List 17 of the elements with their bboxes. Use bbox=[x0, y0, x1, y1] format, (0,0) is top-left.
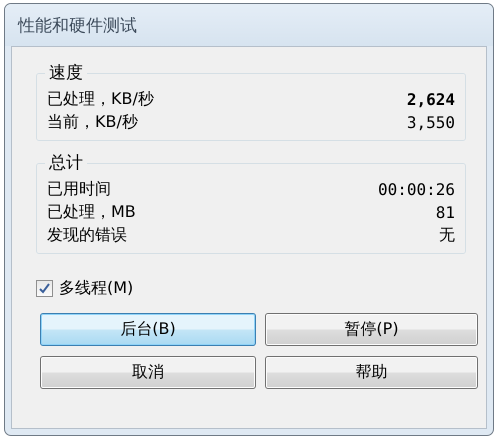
dialog-button[interactable]: 后台(B) bbox=[40, 313, 256, 346]
stat-value: 3,550 bbox=[406, 113, 455, 132]
stat-value: 无 bbox=[439, 225, 455, 246]
stat-value: 00:00:26 bbox=[378, 180, 455, 199]
stat-label: 已用时间 bbox=[47, 179, 111, 200]
stat-value: 2,624 bbox=[406, 90, 455, 109]
window-title: 性能和硬件测试 bbox=[5, 4, 493, 46]
dialog-button[interactable]: 取消 bbox=[40, 356, 256, 389]
checkbox[interactable] bbox=[36, 280, 53, 297]
stat-label: 当前，KB/秒 bbox=[47, 112, 138, 133]
checkbox-label: 多线程(M) bbox=[59, 278, 134, 299]
stat-value: 81 bbox=[436, 203, 455, 222]
dialog-button[interactable]: 暂停(P) bbox=[265, 313, 478, 346]
stat-label: 发现的错误 bbox=[47, 225, 127, 246]
dialog-button[interactable]: 帮助 bbox=[265, 356, 478, 389]
stat-label: 已处理，MB bbox=[47, 202, 136, 223]
stat-label: 已处理，KB/秒 bbox=[47, 89, 154, 110]
